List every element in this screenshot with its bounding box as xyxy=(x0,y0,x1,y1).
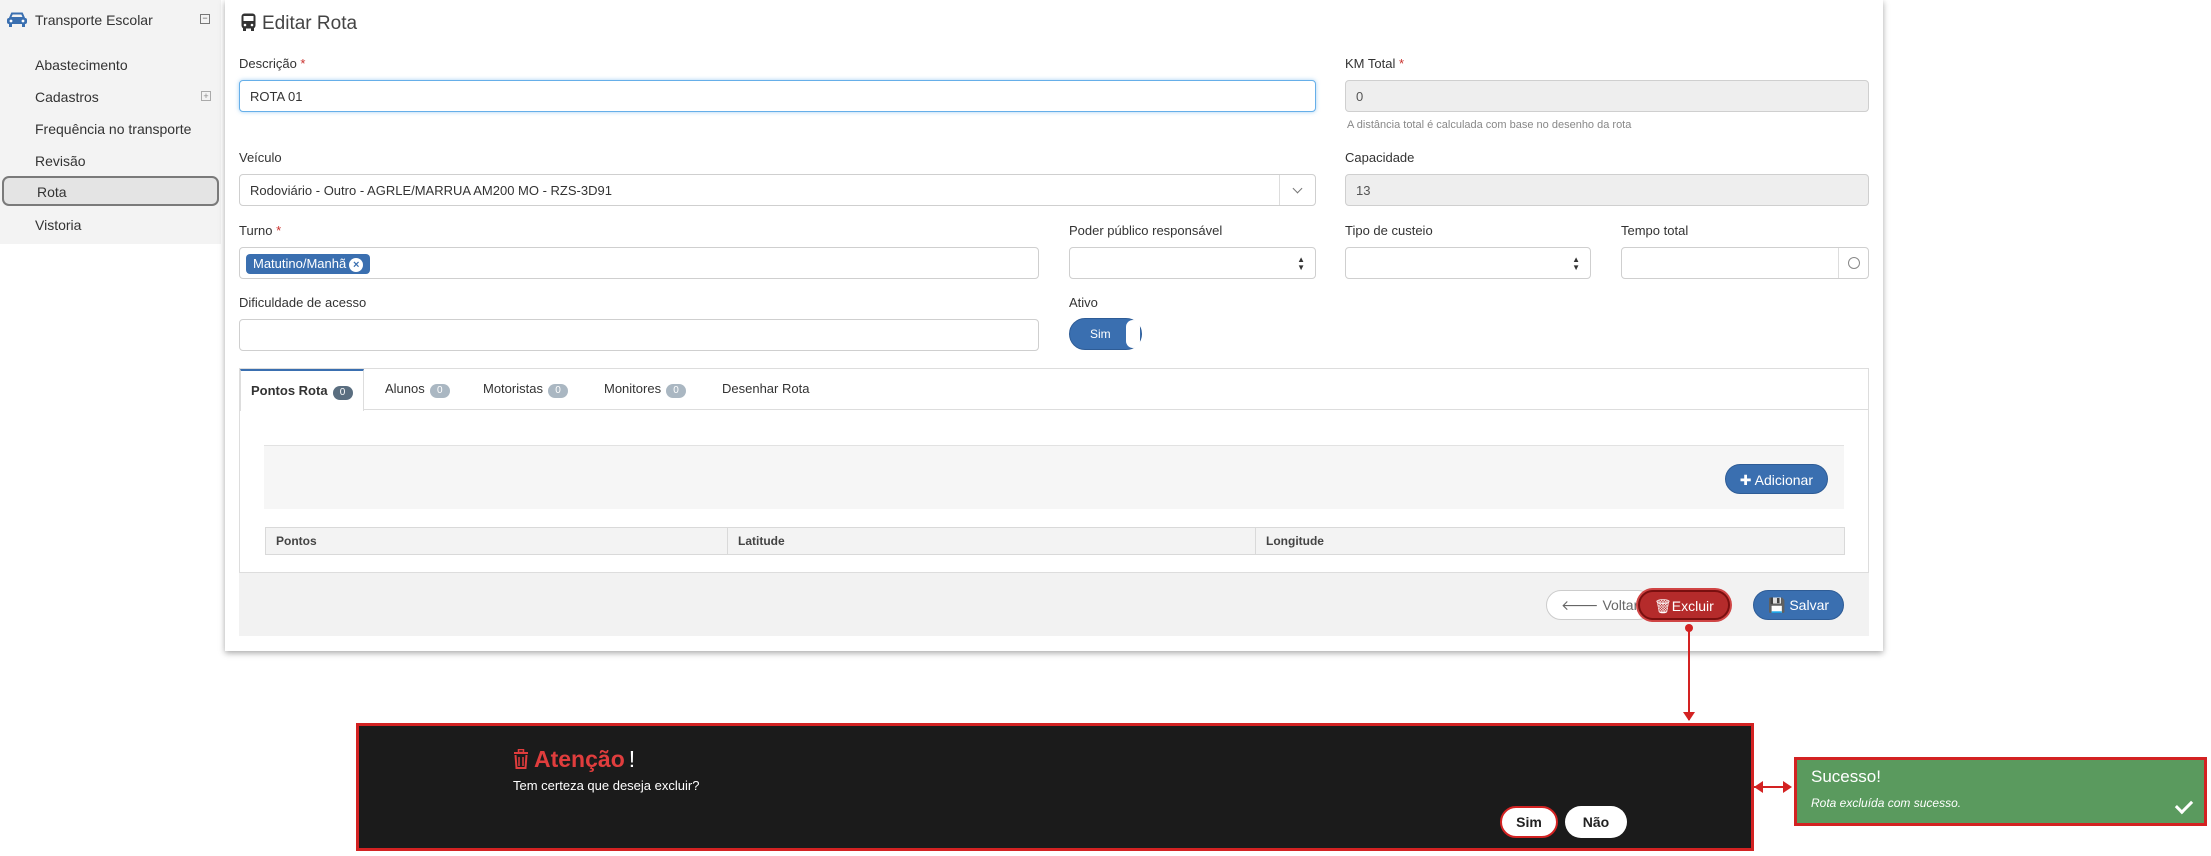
veiculo-label: Veículo xyxy=(239,150,282,165)
poder-publico-select[interactable]: ▲ ▼ xyxy=(1069,247,1316,279)
sidebar-item-abastecimento[interactable]: Abastecimento xyxy=(0,49,221,79)
grid-toolbar: ✚ Adicionar xyxy=(264,445,1844,509)
capacidade-label: Capacidade xyxy=(1345,150,1415,165)
connector-arrow xyxy=(1783,781,1792,793)
toast-message: Rota excluída com sucesso. xyxy=(1811,796,1962,810)
tipo-custeio-select[interactable]: ▲ ▼ xyxy=(1345,247,1591,279)
sidebar-item-label: Cadastros xyxy=(35,89,99,105)
sidebar-item-label: Abastecimento xyxy=(35,57,128,73)
tab-alunos[interactable]: Alunos 0 xyxy=(375,369,460,410)
page-title-text: Editar Rota xyxy=(262,13,358,34)
confirm-message: Tem certeza que deseja excluir? xyxy=(513,778,700,793)
dificuldade-label: Dificuldade de acesso xyxy=(239,295,367,310)
turno-label: Turno * xyxy=(239,223,282,238)
count-badge: 0 xyxy=(429,384,450,398)
sidebar-header[interactable]: Transporte Escolar − xyxy=(0,0,221,42)
sidebar-item-revisao[interactable]: Revisão xyxy=(0,145,221,175)
descricao-input[interactable]: ROTA 01 xyxy=(239,80,1316,112)
column-header-longitude[interactable]: Longitude xyxy=(1256,528,1844,554)
sort-arrows-icon: ▲ ▼ xyxy=(1572,255,1580,272)
clock-icon[interactable] xyxy=(1838,248,1868,278)
ativo-toggle-label: Sim xyxy=(1090,327,1111,341)
sidebar-title: Transporte Escolar xyxy=(35,12,153,28)
descricao-label: Descrição * xyxy=(239,56,306,71)
column-header-latitude[interactable]: Latitude xyxy=(728,528,1256,554)
ativo-label: Ativo xyxy=(1069,295,1098,310)
chevron-down-icon[interactable] xyxy=(1279,175,1315,205)
page-title: Editar Rota xyxy=(241,13,357,35)
arrow-left-icon: 🡐 xyxy=(1561,597,1599,613)
capacidade-input: 13 xyxy=(1345,174,1869,206)
km-total-input: 0 xyxy=(1345,80,1869,112)
sidebar-item-cadastros[interactable]: Cadastros + xyxy=(0,81,221,111)
confirm-dialog: Atenção! Tem certeza que deseja excluir?… xyxy=(356,723,1754,851)
form-footer: 🡐 Voltar 🗑Excluir 💾 Salvar xyxy=(239,573,1869,636)
confirm-no-button[interactable]: Não xyxy=(1565,806,1627,838)
column-header-pontos[interactable]: Pontos xyxy=(266,528,728,554)
bus-icon xyxy=(241,13,256,31)
remove-tag-icon[interactable]: × xyxy=(349,258,364,272)
tab-desenhar-rota[interactable]: Desenhar Rota xyxy=(712,369,819,410)
toast-title: Sucesso! xyxy=(1811,767,1881,786)
tabs-bar: Pontos Rota 0 Alunos 0 Motoristas 0 Monitor… xyxy=(240,369,1868,411)
success-toast: Sucesso! Rota excluída com sucesso. xyxy=(1794,757,2207,826)
save-button[interactable]: 💾 Salvar xyxy=(1753,590,1845,620)
sidebar-item-label: Revisão xyxy=(35,153,86,169)
tab-monitores[interactable]: Monitores 0 xyxy=(594,369,696,410)
connector-arrow xyxy=(1754,781,1763,793)
km-total-label: KM Total * xyxy=(1345,56,1405,71)
tempo-total-label: Tempo total xyxy=(1621,223,1689,238)
sidebar-item-vistoria[interactable]: Vistoria xyxy=(0,209,221,239)
dificuldade-input[interactable] xyxy=(239,319,1039,351)
connector-arrow xyxy=(1683,712,1695,721)
sidebar: Transporte Escolar − Abastecimento Cadas… xyxy=(0,0,221,244)
veiculo-select[interactable]: Rodoviário - Outro - AGRLE/MARRUA AM200 … xyxy=(239,174,1316,206)
count-badge: 0 xyxy=(547,384,568,398)
ativo-toggle[interactable]: Sim xyxy=(1069,318,1142,350)
turno-tag: Matutino/Manhã × xyxy=(246,254,371,274)
km-total-hint: A distância total é calculada com base n… xyxy=(1347,119,1632,131)
expand-icon[interactable]: + xyxy=(201,91,211,101)
turno-multiselect[interactable]: Matutino/Manhã × xyxy=(239,247,1039,279)
plus-icon: ✚ xyxy=(1739,472,1752,488)
count-badge: 0 xyxy=(332,386,353,400)
tab-pontos-rota[interactable]: Pontos Rota 0 xyxy=(240,369,364,411)
count-badge: 0 xyxy=(666,384,687,398)
sidebar-item-rota[interactable]: Rota xyxy=(2,176,219,206)
sort-arrows-icon: ▲ ▼ xyxy=(1297,255,1305,272)
sidebar-item-frequencia[interactable]: Frequência no transporte xyxy=(0,113,221,143)
car-icon xyxy=(7,12,27,27)
toggle-knob xyxy=(1126,320,1140,348)
tipo-custeio-label: Tipo de custeio xyxy=(1345,223,1433,238)
tempo-total-input[interactable] xyxy=(1621,247,1869,279)
delete-button[interactable]: 🗑Excluir xyxy=(1638,590,1730,620)
trash-icon xyxy=(514,749,528,769)
check-icon xyxy=(2174,795,2194,815)
add-button[interactable]: ✚ Adicionar xyxy=(1724,464,1828,494)
trash-icon: 🗑 xyxy=(1654,598,1672,614)
sidebar-item-label: Vistoria xyxy=(35,217,82,233)
edit-route-panel: Editar Rota Descrição * ROTA 01 KM Total… xyxy=(225,0,1883,651)
confirm-yes-button[interactable]: Sim xyxy=(1500,806,1558,838)
save-icon: 💾 xyxy=(1768,597,1786,613)
collapse-icon[interactable]: − xyxy=(200,14,210,24)
connector-line xyxy=(1688,628,1690,720)
tabs-container: Pontos Rota 0 Alunos 0 Motoristas 0 Monitor… xyxy=(239,368,1869,573)
tab-motoristas[interactable]: Motoristas 0 xyxy=(473,369,578,410)
sidebar-item-label: Frequência no transporte xyxy=(35,121,192,137)
grid-header: Pontos Latitude Longitude xyxy=(265,527,1845,555)
poder-publico-label: Poder público responsável xyxy=(1069,223,1223,238)
confirm-title: Atenção! xyxy=(513,746,635,773)
sidebar-item-label: Rota xyxy=(37,184,67,200)
